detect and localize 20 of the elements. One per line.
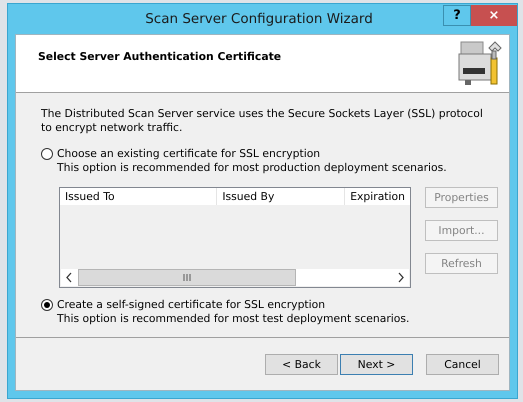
- certificate-list[interactable]: Issued To Issued By Expiration: [59, 187, 411, 288]
- wizard-button[interactable]: Next >: [340, 354, 413, 374]
- scroll-thumb[interactable]: [78, 269, 296, 286]
- radio-button[interactable]: [41, 148, 53, 160]
- column-header[interactable]: Issued By: [217, 188, 346, 205]
- intro-text: The Distributed Scan Server service uses the Secure Sockets Layer (SSL) protocol to encrypt network traffic.: [41, 107, 484, 135]
- option-label[interactable]: Choose an existing certificate for SSL encryption: [57, 147, 447, 161]
- option-description: This option is recommended for most test deployment scenarios.: [57, 312, 410, 326]
- wizard-button[interactable]: < Back: [265, 354, 338, 374]
- help-button[interactable]: ?: [443, 4, 471, 26]
- column-header[interactable]: Issued To: [60, 188, 218, 205]
- column-header[interactable]: Expiration: [345, 188, 410, 205]
- option-description: This option is recommended for most production deployment scenarios.: [57, 161, 447, 175]
- radio-button[interactable]: [41, 299, 53, 311]
- page-title: Select Server Authentication Certificate: [38, 50, 282, 65]
- horizontal-scrollbar[interactable]: [61, 269, 409, 286]
- window-title: Scan Server Configuration Wizard: [144, 11, 374, 27]
- wizard-button[interactable]: Cancel: [426, 354, 499, 374]
- option-label[interactable]: Create a self-signed certificate for SSL encryption: [57, 298, 410, 312]
- close-button[interactable]: ×: [471, 4, 517, 26]
